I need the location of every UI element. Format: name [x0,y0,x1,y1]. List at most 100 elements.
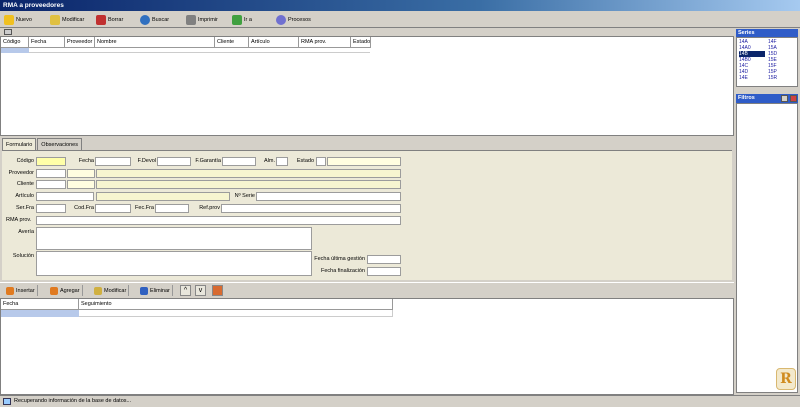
grid-tools [0,28,734,36]
averia-label: Avería [18,229,34,235]
proveedor-aux-field [67,169,95,178]
search-icon [140,14,150,25]
rma-form: Código Fecha F.Devol F.Garantía Alm. Est… [2,150,732,280]
series-item[interactable]: 15R [768,75,777,81]
tracking-toolbar: Insertar Agregar Modificar Eliminar ^ v [0,282,734,297]
move-down-button[interactable]: v [195,285,206,296]
alm-field[interactable] [276,157,288,166]
fecha-finalizacion-label: Fecha finalización [320,268,365,274]
serfra-field[interactable] [36,204,66,213]
series-item[interactable]: 14E [739,75,748,81]
articulo-desc-field [96,192,230,201]
chevron-down-icon: v [198,287,203,294]
series-list[interactable]: 14A 14A0 14B 14B0 14C 14D 14E 14F 15A 15… [736,37,798,87]
col-header-nombre[interactable]: Nombre [95,37,215,48]
estado-label: Estado [296,158,314,164]
tracking-grid[interactable]: Fecha Seguimiento [0,298,734,395]
col-header-fecha[interactable]: Fecha [29,37,65,48]
goto-button[interactable]: Ir a [232,13,252,26]
modify-button[interactable]: Modificar [50,13,84,26]
codigo-label: Código [16,158,34,164]
estado-code-field[interactable] [316,157,326,166]
refprov-label: Ref.prov [199,205,220,211]
rma-grid[interactable]: Código Fecha Proveedor Nombre Cliente Ar… [0,36,734,136]
proveedor-code-field[interactable] [36,169,66,178]
col-header-proveedor[interactable]: Proveedor [65,37,95,48]
close-icon[interactable] [790,95,797,102]
solucion-textarea[interactable] [36,251,312,276]
nserie-field[interactable] [256,192,401,201]
chevron-up-icon: ^ [183,287,188,294]
grid-selected-cell[interactable] [1,48,29,53]
monitor-icon [3,398,11,405]
new-document-icon [4,14,14,25]
fdevol-field[interactable] [157,157,191,166]
delete-icon [140,286,148,295]
search-button[interactable]: Buscar [140,13,169,26]
alm-label: Alm. [264,158,275,164]
table-row[interactable] [29,48,370,53]
solucion-label: Solución [12,253,34,259]
print-button[interactable]: Imprimir [186,13,218,26]
proveedor-name-field [96,169,401,178]
delete-button[interactable]: Borrar [96,13,123,26]
estado-desc-field [327,157,401,166]
cliente-code-field[interactable] [36,180,66,189]
move-up-button[interactable]: ^ [180,285,191,296]
articulo-code-field[interactable] [36,192,94,201]
add-icon [50,286,58,295]
fecfra-label: Fec.Fra [135,205,154,211]
fecha-ultima-gestion-label: Fecha última gestión [314,256,365,262]
codfra-label: Cod.Fra [74,205,94,211]
col-header-estado[interactable]: Estado [351,37,371,48]
delete-icon [96,14,106,25]
fecha-label: Fecha [78,158,94,164]
goto-icon [232,14,242,25]
fecha-finalizacion-field[interactable] [367,267,401,276]
col-header-fecha-seguimiento[interactable]: Fecha [1,299,79,310]
edit-icon [50,14,60,25]
new-button[interactable]: Nuevo [4,13,32,26]
codfra-field[interactable] [95,204,131,213]
tab-observaciones[interactable]: Observaciones [37,138,82,150]
filter-options-icon[interactable] [781,95,788,102]
cliente-label: Cliente [16,181,34,187]
main-toolbar: Nuevo Modificar Borrar Buscar Imprimir I… [0,11,800,28]
processes-button[interactable]: Procesos [276,13,311,26]
serfra-label: Ser.Fra [15,205,34,211]
col-header-cliente[interactable]: Cliente [215,37,249,48]
fgarantia-field[interactable] [222,157,256,166]
cliente-aux-field [67,180,95,189]
delete-row-button[interactable]: Eliminar [138,285,173,296]
table-row[interactable] [79,310,393,317]
status-bar: Recuperando información de la base de da… [0,395,800,407]
cliente-name-field [96,180,401,189]
modify-row-button[interactable]: Modificar [92,285,130,296]
book-button[interactable] [212,285,223,296]
refprov-field[interactable] [221,204,401,213]
col-header-rma-prov[interactable]: RMA prov. [299,37,351,48]
grid-selected-cell[interactable] [1,310,79,317]
filters-title: Filtros [736,94,798,103]
fecha-ultima-gestion-field[interactable] [367,255,401,264]
codigo-field[interactable] [36,157,66,166]
append-button[interactable]: Agregar [48,285,83,296]
right-panel: Series 14A 14A0 14B 14B0 14C 14D 14E 14F… [734,28,800,395]
app-logo: R [776,368,796,390]
proveedor-label: Proveedor [8,170,34,176]
status-text: Recuperando información de la base de da… [14,398,132,404]
col-header-seguimiento[interactable]: Seguimiento [79,299,393,310]
nserie-label: Nº Serie [234,193,255,199]
form-tabs: Formulario Observaciones [2,138,83,151]
rmaprov-field[interactable] [36,216,401,225]
window-title: RMA a proveedores [0,0,800,11]
fecha-field[interactable] [95,157,131,166]
col-header-codigo[interactable]: Código [1,37,29,48]
grid-options-icon[interactable] [4,29,12,35]
insert-button[interactable]: Insertar [4,285,38,296]
col-header-articulo[interactable]: Artículo [249,37,299,48]
fecfra-field[interactable] [155,204,189,213]
filters-area[interactable] [736,103,798,393]
gear-icon [276,14,286,25]
averia-textarea[interactable] [36,227,312,250]
